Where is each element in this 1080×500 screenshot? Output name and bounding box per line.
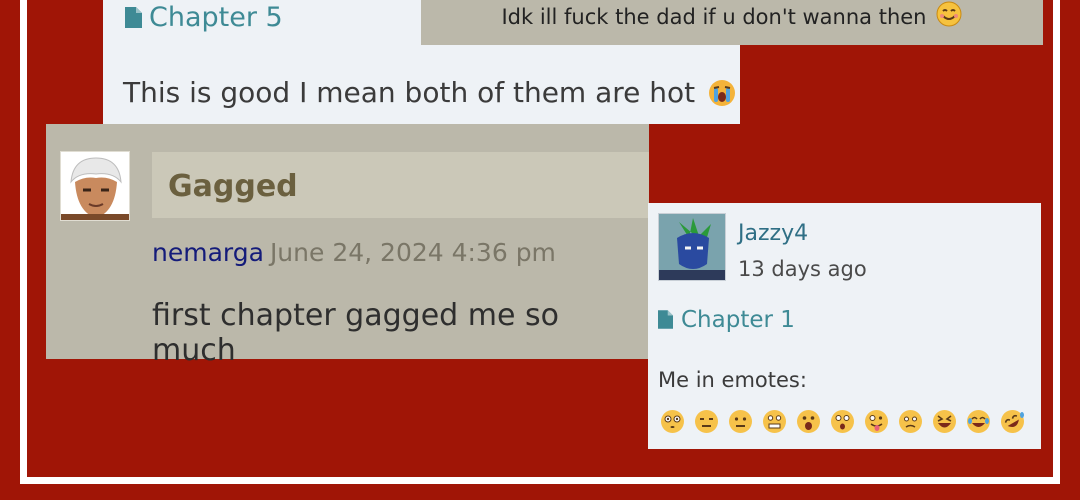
expressionless-face-icon (694, 409, 719, 434)
document-icon (125, 7, 142, 28)
comment-meta: nemarga June 24, 2024 4:36 pm (152, 238, 556, 267)
comment-text: Idk ill fuck the dad if u don't wanna th… (501, 4, 927, 29)
smiling-face-icon (935, 0, 963, 33)
astonished-face-icon (796, 409, 821, 434)
comment-text: first chapter gagged me so much (152, 298, 559, 368)
grimacing-face-icon (762, 409, 787, 434)
avatar[interactable] (658, 213, 726, 281)
comment-card-chapter-1: Jazzy4 13 days ago Chapter 1 Me in emote… (648, 203, 1041, 449)
tears-of-joy-face-icon (966, 409, 991, 434)
author-link[interactable]: nemarga (152, 238, 264, 267)
squinting-laugh-face-icon (932, 409, 957, 434)
comment-text: Me in emotes: (658, 368, 807, 392)
comment-title-bar: Gagged (152, 152, 649, 218)
comment-title: Gagged (168, 169, 298, 204)
rolling-on-floor-laughing-icon (1000, 409, 1025, 434)
loudly-crying-face-icon (707, 78, 737, 108)
document-icon (658, 309, 675, 331)
avatar[interactable] (60, 151, 130, 221)
chapter-link[interactable]: Chapter 5 (125, 2, 283, 33)
flushed-face-icon (660, 409, 685, 434)
open-mouth-face-icon (830, 409, 855, 434)
neutral-face-icon (728, 409, 753, 434)
comment-card-gagged: Gagged nemarga June 24, 2024 4:36 pm firs… (46, 124, 649, 368)
chapter-link-label: Chapter 1 (681, 307, 795, 333)
chapter-link-label: Chapter 5 (149, 2, 283, 33)
comment-time-ago: 13 days ago (738, 257, 867, 281)
comment-text: This is good I mean both of them are hot (123, 76, 696, 109)
worried-face-icon (898, 409, 923, 434)
comment-date: June 24, 2024 4:36 pm (269, 238, 556, 267)
comment-text-row: This is good I mean both of them are hot (123, 76, 737, 109)
tongue-out-face-icon (864, 409, 889, 434)
comment-text-row: Idk ill fuck the dad if u don't wanna th… (421, 0, 1043, 33)
chapter-link[interactable]: Chapter 1 (658, 307, 795, 333)
username-link[interactable]: Jazzy4 (738, 221, 808, 246)
emote-row (660, 409, 1025, 434)
comment-card-reply: Idk ill fuck the dad if u don't wanna th… (421, 0, 1043, 45)
